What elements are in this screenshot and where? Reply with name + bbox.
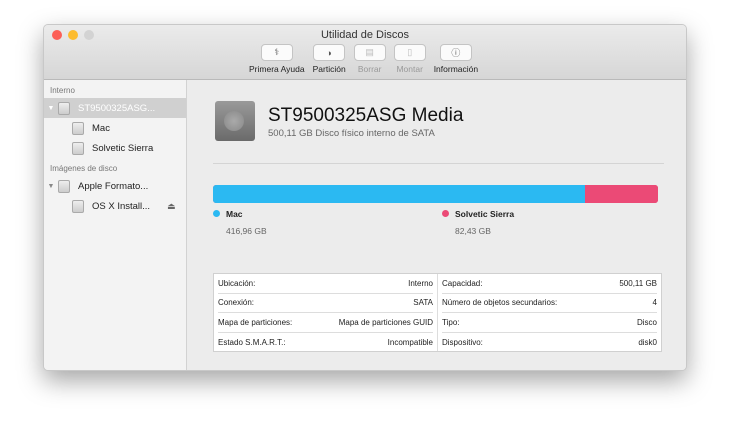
toolbar-label: Información xyxy=(433,64,479,74)
legend-dot xyxy=(442,210,449,217)
sidebar-item-label: Mac xyxy=(92,122,110,134)
eject-icon[interactable]: ⏏ xyxy=(167,201,176,212)
disclosure-triangle-icon[interactable]: ▼ xyxy=(44,183,58,190)
info-icon: ⓘ xyxy=(439,44,472,61)
legend-label: Solvetic Sierra xyxy=(455,209,515,219)
toolbar-button-mount: ▯ Montar xyxy=(393,44,426,74)
disk-utility-window: Utilidad de Discos ⚕ Primera Ayuda ◑ Partic… xyxy=(43,24,687,371)
mount-icon: ▯ xyxy=(393,44,426,61)
info-value: Disco xyxy=(636,317,657,327)
section-disk-images: Imágenes de disco xyxy=(50,164,118,173)
hard-drive-icon xyxy=(215,101,255,141)
toolbar-label: Montar xyxy=(396,64,423,74)
info-row: Dispositivo: disk0 xyxy=(442,333,657,353)
usage-bar xyxy=(213,185,658,203)
info-row: Estado S.M.A.R.T.: Incompatible xyxy=(218,333,433,353)
toolbar-button-partition[interactable]: ◑ Partición xyxy=(313,44,346,74)
legend-mac: Mac 416,96 GB xyxy=(213,209,267,236)
info-value: Incompatible xyxy=(387,337,433,347)
info-value: SATA xyxy=(413,298,433,308)
disk-subtitle: 500,11 GB Disco físico interno de SATA xyxy=(268,128,435,139)
sidebar-item-image[interactable]: ▼ Apple Formato... xyxy=(44,176,186,196)
volume-icon xyxy=(72,121,84,135)
sidebar-item-label: ST9500325ASG... xyxy=(78,102,156,114)
info-label: Tipo: xyxy=(442,317,460,327)
sidebar-item-label: Apple Formato... xyxy=(78,180,149,192)
usage-segment xyxy=(213,185,585,203)
legend-dot xyxy=(213,210,220,217)
legend-size: 82,43 GB xyxy=(455,226,491,236)
volume-icon xyxy=(72,199,84,213)
info-row: Tipo: Disco xyxy=(442,313,657,333)
stethoscope-icon: ⚕ xyxy=(260,44,293,61)
sidebar-item-label: Solvetic Sierra xyxy=(92,142,154,154)
info-row: Número de objetos secundarios: 4 xyxy=(442,294,657,313)
info-label: Número de objetos secundarios: xyxy=(442,298,558,308)
volume-icon xyxy=(72,141,84,155)
window-title: Utilidad de Discos xyxy=(320,29,410,41)
toolbar-label: Partición xyxy=(312,64,346,74)
toolbar-button-info[interactable]: ⓘ Información xyxy=(434,44,478,74)
info-row: Ubicación: Interno xyxy=(218,274,433,294)
info-value: Mapa de particiones GUID xyxy=(338,317,433,327)
sidebar-item-disk[interactable]: ▼ ST9500325ASG... xyxy=(44,98,186,118)
info-value: 500,11 GB xyxy=(619,278,657,288)
info-value: 4 xyxy=(652,298,657,308)
section-internal: Interno xyxy=(50,86,75,95)
info-row: Capacidad: 500,11 GB xyxy=(442,274,657,294)
erase-icon: ▤ xyxy=(353,44,386,61)
toolbar-button-erase: ▤ Borrar xyxy=(353,44,386,74)
toolbar: Utilidad de Discos ⚕ Primera Ayuda ◑ Partic… xyxy=(44,25,686,80)
toolbar-button-stethoscope[interactable]: ⚕ Primera Ayuda xyxy=(249,44,305,74)
info-table: Ubicación: Interno Conexión: SATA Mapa de pa… xyxy=(213,273,662,352)
info-label: Dispositivo: xyxy=(442,337,483,347)
sidebar-item-solvetic-sierra[interactable]: Solvetic Sierra xyxy=(44,138,186,158)
disk-icon xyxy=(58,101,70,115)
info-row: Mapa de particiones: Mapa de particiones … xyxy=(218,313,433,333)
main-panel: ST9500325ASG Media 500,11 GB Disco físic… xyxy=(188,80,686,370)
info-label: Conexión: xyxy=(218,298,255,308)
disclosure-triangle-icon[interactable]: ▼ xyxy=(44,105,58,112)
toolbar-label: Primera Ayuda xyxy=(249,64,305,74)
partition-icon: ◑ xyxy=(313,44,346,61)
info-label: Estado S.M.A.R.T.: xyxy=(218,337,286,347)
info-value: disk0 xyxy=(638,337,657,347)
legend-label: Mac xyxy=(226,209,243,219)
divider xyxy=(213,163,664,164)
info-label: Capacidad: xyxy=(442,278,483,288)
info-label: Mapa de particiones: xyxy=(218,317,293,327)
sidebar: Interno ▼ ST9500325ASG... Mac Solvetic Si… xyxy=(44,80,187,370)
info-row: Conexión: SATA xyxy=(218,294,433,313)
usage-segment xyxy=(584,185,658,203)
info-label: Ubicación: xyxy=(218,278,256,288)
disk-image-icon xyxy=(58,179,70,193)
legend-solvetic-sierra: Solvetic Sierra 82,43 GB xyxy=(442,209,514,236)
sidebar-item-label: OS X Install... xyxy=(92,200,151,212)
sidebar-item-osx-install[interactable]: OS X Install... ⏏ xyxy=(44,196,186,216)
sidebar-item-mac[interactable]: Mac xyxy=(44,118,186,138)
legend-size: 416,96 GB xyxy=(226,226,267,236)
disk-name: ST9500325ASG Media xyxy=(268,105,464,126)
toolbar-label: Borrar xyxy=(357,64,382,74)
info-value: Interno xyxy=(408,278,433,288)
